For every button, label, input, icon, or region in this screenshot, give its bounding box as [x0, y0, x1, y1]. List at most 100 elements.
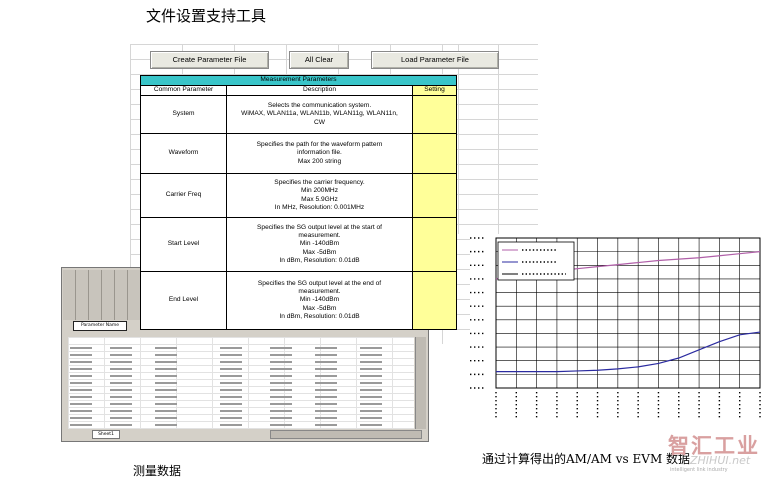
thumbnail-cell [315, 410, 337, 412]
description-line: Specifies the carrier frequency. [274, 178, 365, 186]
measurement-parameters-table: Measurement Parameters Common Parameter … [140, 75, 457, 330]
thumbnail-cell [110, 382, 132, 384]
thumbnail-data-row [70, 393, 400, 400]
thumbnail-cell [220, 417, 242, 419]
thumbnail-cell [220, 368, 242, 370]
description-line: measurement. [298, 288, 341, 296]
thumbnail-sheet-tab[interactable]: Sheet1 [92, 430, 120, 439]
thumbnail-cell [110, 410, 132, 412]
description-line: In dBm, Resolution: 0.01dB [279, 312, 360, 320]
thumbnail-cell [315, 396, 337, 398]
thumbnail-cell [70, 389, 92, 391]
thumbnail-cell [270, 417, 292, 419]
thumbnail-data-row [70, 414, 400, 421]
setting-cell[interactable] [412, 95, 457, 134]
thumbnail-cell [360, 382, 382, 384]
thumbnail-cell [70, 424, 92, 426]
thumbnail-cell [270, 361, 292, 363]
thumbnail-cell [315, 424, 337, 426]
thumbnail-cell [270, 389, 292, 391]
description-line: measurement. [298, 232, 341, 240]
description-line: Max 5.9GHz [301, 195, 338, 203]
description-line: Min 200MHz [300, 187, 338, 195]
thumbnail-cell [220, 361, 242, 363]
am-am-evm-chart [468, 232, 768, 427]
thumbnail-data-row [70, 400, 400, 407]
parameter-name: Waveform [140, 133, 227, 174]
thumbnail-cell [270, 375, 292, 377]
table-row: Carrier Freq Specifies the carrier freque… [140, 173, 457, 218]
watermark-logo: 智汇工业 ZHIHUI.net intelligent link industr… [668, 430, 776, 482]
thumbnail-cell [315, 347, 337, 349]
thumbnail-cell [155, 368, 177, 370]
parameter-description: Specifies the SG output level at the end… [226, 271, 413, 330]
thumbnail-data-row [70, 358, 400, 365]
description-line: Max -5dBm [302, 304, 337, 312]
thumbnail-cell [315, 375, 337, 377]
thumbnail-cell [360, 361, 382, 363]
thumbnail-cell [360, 354, 382, 356]
thumbnail-cell [155, 410, 177, 412]
description-line: Max 200 string [297, 157, 342, 165]
thumbnail-cell [315, 389, 337, 391]
thumbnail-cell [70, 368, 92, 370]
thumbnail-cell [110, 347, 132, 349]
parameter-name: End Level [140, 271, 227, 330]
description-line: Selects the communication system. [267, 102, 372, 110]
thumbnail-cell [155, 417, 177, 419]
description-line: Specifies the SG output level at the sta… [257, 223, 382, 231]
thumbnail-cell [70, 375, 92, 377]
thumbnail-cell [315, 368, 337, 370]
load-parameter-file-button[interactable]: Load Parameter File [371, 51, 499, 69]
thumbnail-cell [70, 410, 92, 412]
thumbnail-cell [70, 382, 92, 384]
thumbnail-scrollbar[interactable] [415, 337, 426, 429]
thumbnail-cell [360, 389, 382, 391]
parameter-name: System [140, 95, 227, 134]
page-title: 文件设置支持工具 [146, 7, 267, 25]
thumbnail-data-row [70, 386, 400, 393]
thumbnail-cell [155, 361, 177, 363]
watermark-tag: intelligent link industry [670, 467, 728, 473]
thumbnail-cell [220, 403, 242, 405]
table-row: System Selects the communication system. W… [140, 95, 457, 134]
thumbnail-header-cell: Parameter Name [73, 321, 127, 331]
description-line: WiMAX, WLAN11a, WLAN11b, WLAN11g, WLAN11… [241, 110, 398, 118]
thumbnail-cell [360, 396, 382, 398]
setting-cell[interactable] [412, 133, 457, 174]
column-header: Common Parameter [140, 85, 227, 96]
setting-cell[interactable] [412, 217, 457, 272]
thumbnail-cell [270, 410, 292, 412]
thumbnail-cell [315, 354, 337, 356]
thumbnail-cell [70, 403, 92, 405]
thumbnail-cell [270, 424, 292, 426]
thumbnail-cell [220, 424, 242, 426]
thumbnail-cell [270, 396, 292, 398]
thumbnail-data-row [70, 407, 400, 414]
all-clear-button[interactable]: All Clear [289, 51, 349, 69]
thumbnail-cell [155, 396, 177, 398]
thumbnail-hscroll[interactable] [270, 430, 422, 439]
thumbnail-cell [155, 382, 177, 384]
thumbnail-cell [155, 347, 177, 349]
setting-cell[interactable] [412, 173, 457, 218]
thumbnail-cell [220, 389, 242, 391]
parameter-name: Carrier Freq [140, 173, 227, 218]
thumbnail-cell [70, 361, 92, 363]
thumbnail-cell [220, 410, 242, 412]
thumbnail-cell [360, 347, 382, 349]
setting-cell[interactable] [412, 271, 457, 330]
thumbnail-cell [110, 375, 132, 377]
create-parameter-file-button[interactable]: Create Parameter File [150, 51, 269, 69]
thumbnail-cell [315, 382, 337, 384]
column-header: Description [226, 85, 413, 96]
thumbnail-cell [155, 403, 177, 405]
thumbnail-cell [360, 417, 382, 419]
spreadsheet-grid-right [458, 44, 538, 234]
chart-svg [470, 237, 761, 418]
thumbnail-cell [70, 354, 92, 356]
table-row: End Level Specifies the SG output level a… [140, 271, 457, 330]
parameter-description: Specifies the SG output level at the sta… [226, 217, 413, 272]
watermark-en: ZHIHUI.net [690, 454, 751, 467]
thumbnail-cell [220, 347, 242, 349]
